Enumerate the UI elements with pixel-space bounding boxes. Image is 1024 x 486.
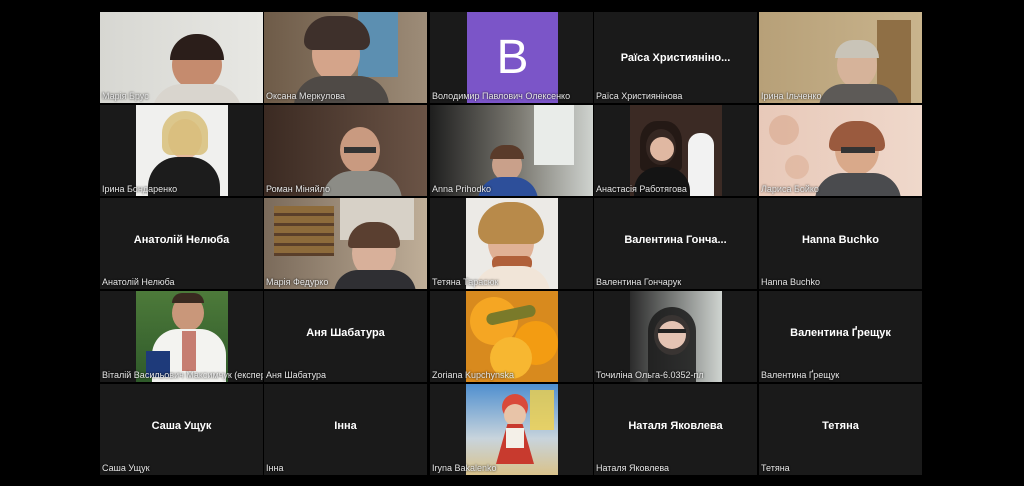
participant-video	[100, 105, 263, 196]
participant-name: Валентина Гончарук	[596, 277, 682, 287]
participant-video	[430, 291, 593, 382]
participant-name: Тетяна Тарасюк	[432, 277, 499, 287]
participant-video	[430, 105, 593, 196]
participant-display-name: Аня Шабатура	[306, 327, 385, 339]
participant-tile[interactable]: Zoriana Kupchynska	[430, 291, 593, 382]
participant-tile[interactable]: Анатолій Нелюба Анатолій Нелюба	[100, 198, 263, 289]
participant-tile[interactable]: Ірина Бондаренко	[100, 105, 263, 196]
participant-name: Оксана Меркулова	[266, 91, 346, 101]
participant-tile[interactable]: Аня Шабатура Аня Шабатура	[264, 291, 427, 382]
participant-name: Раїса Християнінова	[596, 91, 683, 101]
participant-tile[interactable]: Анастасія Работягова	[594, 105, 757, 196]
participant-tile[interactable]: Віталій Васильович Максимчук (експерт)	[100, 291, 263, 382]
participant-display-name: Hanna Buchko	[801, 234, 879, 246]
participant-display-name: Анатолій Нелюба	[133, 234, 230, 246]
participant-display-name: Саша Ущук	[151, 420, 212, 432]
participant-name: Віталій Васильович Максимчук (експерт)	[102, 370, 263, 380]
participant-tile[interactable]: Iryna Bakalenko	[430, 384, 593, 475]
participant-name: Лариса Бойко	[761, 184, 819, 194]
video-call-gallery: Марія Брус Оксана Меркулова B Володимир …	[0, 0, 1024, 486]
participant-tile[interactable]: Марія Брус	[100, 12, 263, 103]
participant-name: Марія Федурко	[266, 277, 329, 287]
participant-video	[264, 105, 427, 196]
participant-name: Аня Шабатура	[266, 370, 326, 380]
participant-tile[interactable]: Саша Ущук Саша Ущук	[100, 384, 263, 475]
participant-name: Zoriana Kupchynska	[432, 370, 515, 380]
participant-name: Наталя Яковлева	[596, 463, 670, 473]
participant-tile[interactable]: Hanna Buchko Hanna Buchko	[759, 198, 922, 289]
avatar: B	[467, 12, 558, 103]
participant-tile[interactable]: Наталя Яковлева Наталя Яковлева	[594, 384, 757, 475]
participant-video	[264, 198, 427, 289]
participant-tile[interactable]: Роман Міняйло	[264, 105, 427, 196]
participant-video	[100, 12, 263, 103]
participant-video	[264, 12, 427, 103]
participant-name: Анатолій Нелюба	[102, 277, 175, 287]
participant-name: Володимир Павлович Олексенко	[432, 91, 571, 101]
participant-tile[interactable]: Тетяна Тарасюк	[430, 198, 593, 289]
participant-name: Валентина Ґрещук	[761, 370, 840, 380]
participant-video	[594, 291, 757, 382]
participant-tile[interactable]: Лариса Бойко	[759, 105, 922, 196]
participant-video	[759, 105, 922, 196]
participant-display-name: Валентина Ґрещук	[790, 327, 891, 339]
participant-name: Ірина Бондаренко	[102, 184, 178, 194]
participant-tile[interactable]: Валентина Гонча... Валентина Гончарук	[594, 198, 757, 289]
participant-video	[594, 105, 757, 196]
participant-name: Ірина Ільченко	[761, 91, 822, 101]
participant-display-name: Тетяна	[822, 420, 859, 432]
participant-tile[interactable]: Валентина Ґрещук Валентина Ґрещук	[759, 291, 922, 382]
participant-video	[759, 12, 922, 103]
participant-tile[interactable]: Точиліна Ольга-6.0352-пл	[594, 291, 757, 382]
participant-tile[interactable]: Ірина Ільченко	[759, 12, 922, 103]
participant-tile[interactable]: Оксана Меркулова	[264, 12, 427, 103]
participant-tile[interactable]: Інна Інна	[264, 384, 427, 475]
participant-video	[430, 384, 593, 475]
participant-tile[interactable]: Anna Prihodko	[430, 105, 593, 196]
participant-name: Iryna Bakalenko	[432, 463, 497, 473]
participant-display-name: Валентина Гонча...	[624, 234, 727, 246]
participant-display-name: Наталя Яковлева	[628, 420, 723, 432]
participant-tile[interactable]: Марія Федурко	[264, 198, 427, 289]
participant-name: Anna Prihodko	[432, 184, 492, 194]
participant-video	[100, 291, 263, 382]
participant-name: Hanna Buchko	[761, 277, 821, 287]
participant-name: Роман Міняйло	[266, 184, 331, 194]
participant-name: Марія Брус	[102, 91, 149, 101]
participant-tile[interactable]: Тетяна Тетяна	[759, 384, 922, 475]
participant-display-name: Раїса Християніно...	[620, 52, 731, 64]
participant-tile[interactable]: Раїса Християніно... Раїса Християнінова	[594, 12, 757, 103]
participant-video	[430, 198, 593, 289]
participant-name: Точиліна Ольга-6.0352-пл	[596, 370, 704, 380]
participant-name: Анастасія Работягова	[596, 184, 687, 194]
participant-name: Саша Ущук	[102, 463, 150, 473]
participant-display-name: Інна	[334, 420, 357, 432]
participant-name: Тетяна	[761, 463, 790, 473]
participant-tile[interactable]: B Володимир Павлович Олексенко	[430, 12, 593, 103]
participant-name: Інна	[266, 463, 284, 473]
